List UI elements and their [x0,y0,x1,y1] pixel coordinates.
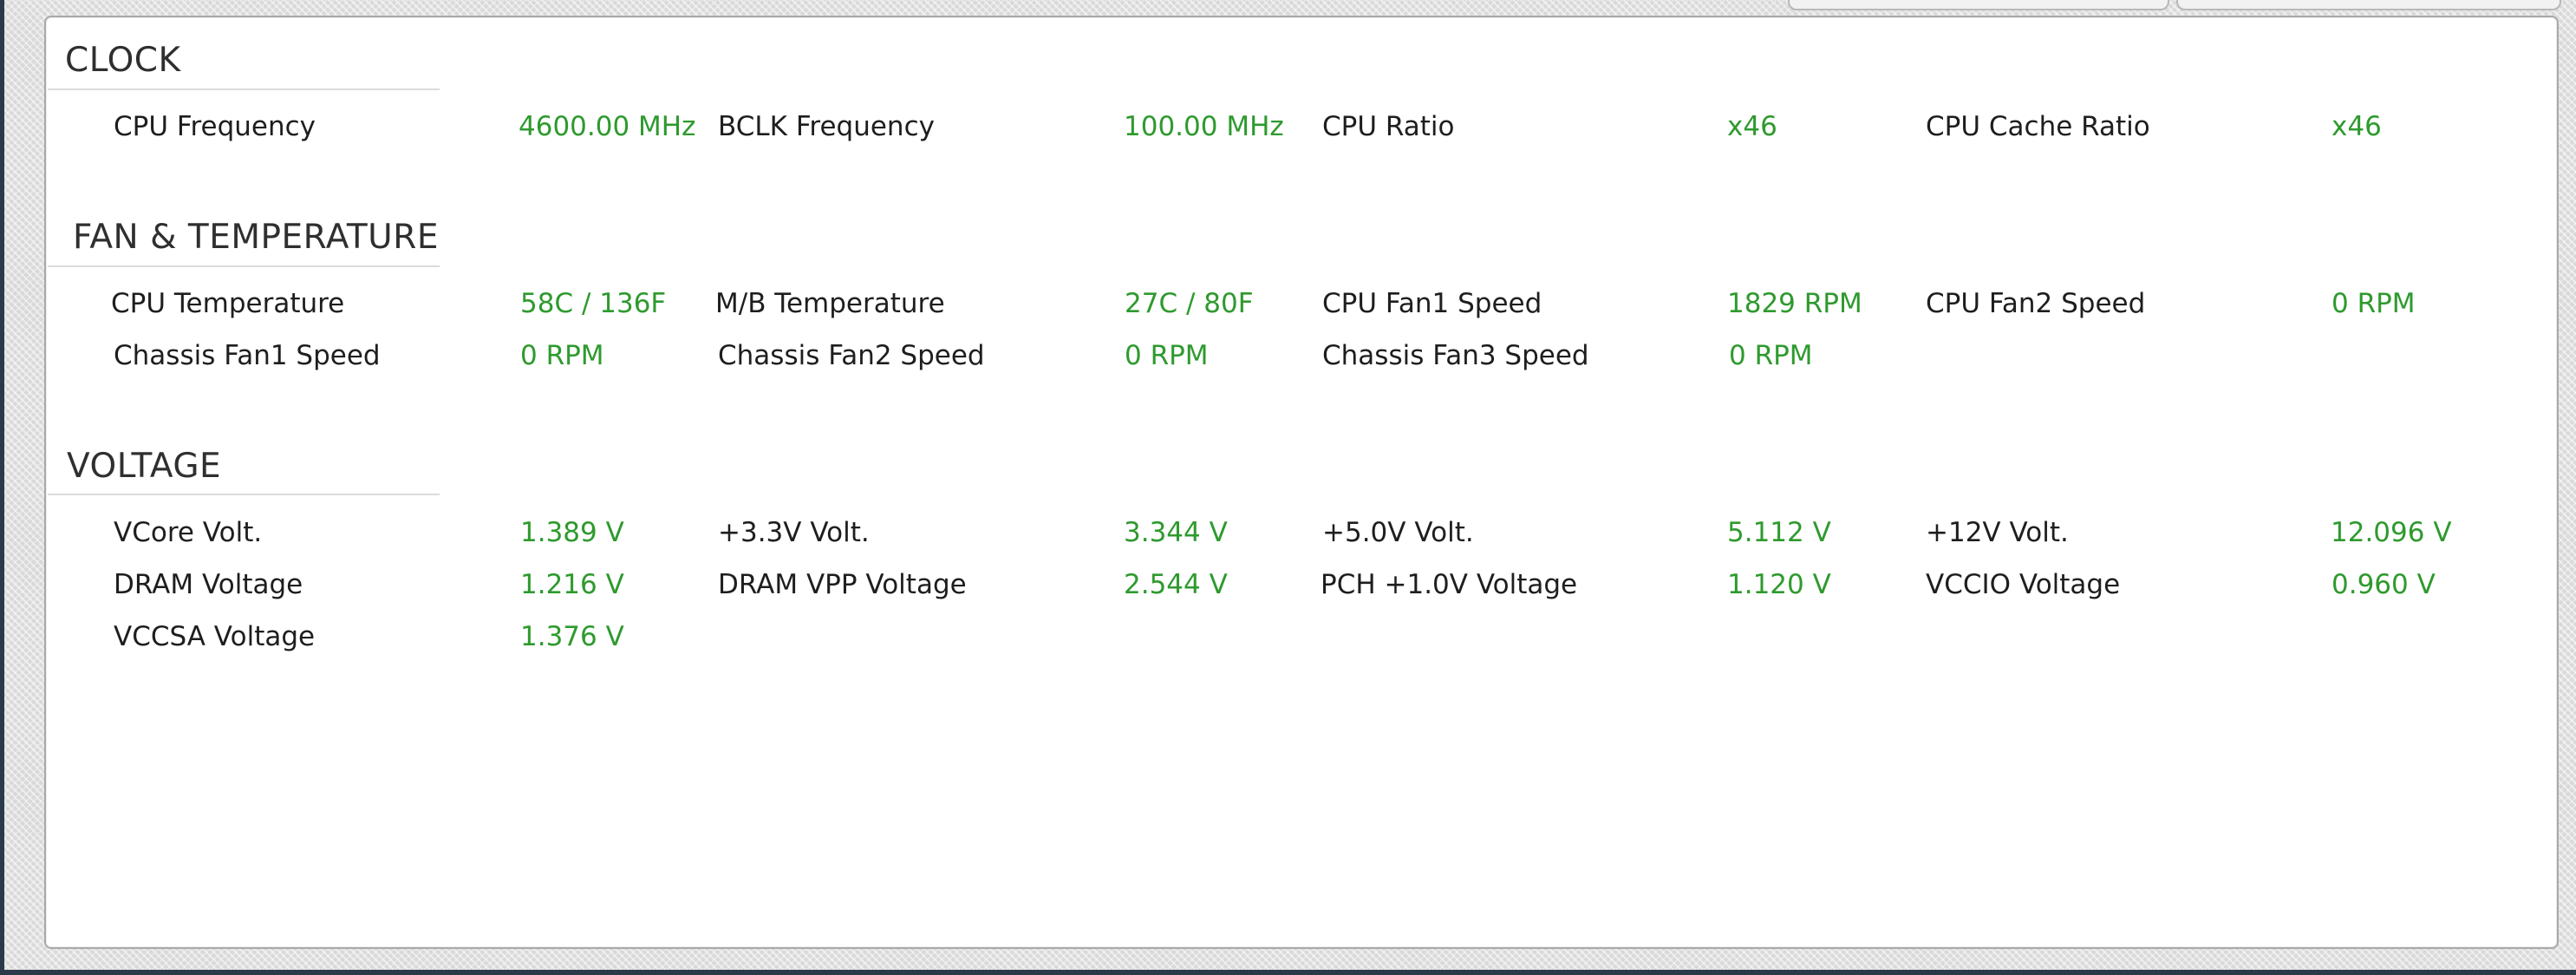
label-vcore-volt: VCore Volt. [114,517,263,548]
label-chassis-fan1-speed: Chassis Fan1 Speed [114,340,381,371]
label-bclk-frequency: BCLK Frequency [718,111,935,142]
value-pch-1v-voltage: 1.120 V [1727,569,1831,600]
label-cpu-temperature: CPU Temperature [111,288,345,319]
window-bottom-edge [0,970,2576,975]
value-cpu-fan1-speed: 1829 RPM [1727,288,1862,319]
label-3v3-volt: +3.3V Volt. [718,517,870,548]
section-divider-fan-temperature [48,265,440,267]
label-cpu-cache-ratio: CPU Cache Ratio [1926,111,2150,142]
top-tab-left[interactable] [1788,0,2169,10]
label-vccio-voltage: VCCIO Voltage [1926,569,2121,600]
value-vccio-voltage: 0.960 V [2331,569,2436,600]
label-dram-voltage: DRAM Voltage [114,569,303,600]
section-title-fan-temperature: FAN & TEMPERATURE [73,218,439,257]
value-vcore-volt: 1.389 V [520,517,624,548]
label-cpu-fan1-speed: CPU Fan1 Speed [1322,288,1542,319]
value-cpu-fan2-speed: 0 RPM [2331,288,2416,319]
value-cpu-cache-ratio: x46 [2331,111,2382,142]
value-chassis-fan3-speed: 0 RPM [1729,340,1813,371]
label-cpu-ratio: CPU Ratio [1322,111,1455,142]
label-12v-volt: +12V Volt. [1926,517,2069,548]
label-dram-vpp-voltage: DRAM VPP Voltage [718,569,967,600]
value-cpu-frequency: 4600.00 MHz [518,111,696,142]
value-dram-vpp-voltage: 2.544 V [1124,569,1228,600]
top-tab-right[interactable] [2176,0,2561,10]
label-mb-temperature: M/B Temperature [715,288,945,319]
section-title-voltage: VOLTAGE [67,447,222,486]
value-cpu-temperature: 58C / 136F [520,288,667,319]
label-vccsa-voltage: VCCSA Voltage [114,621,316,652]
label-chassis-fan3-speed: Chassis Fan3 Speed [1322,340,1589,371]
value-5v-volt: 5.112 V [1727,517,1831,548]
value-vccsa-voltage: 1.376 V [520,621,624,652]
section-title-clock: CLOCK [65,41,181,80]
label-cpu-fan2-speed: CPU Fan2 Speed [1926,288,2146,319]
value-mb-temperature: 27C / 80F [1125,288,1254,319]
value-12v-volt: 12.096 V [2331,517,2452,548]
hardware-monitor-panel: CLOCK CPU Frequency 4600.00 MHz BCLK Fre… [44,16,2559,949]
value-chassis-fan1-speed: 0 RPM [520,340,604,371]
label-chassis-fan2-speed: Chassis Fan2 Speed [718,340,985,371]
label-cpu-frequency: CPU Frequency [114,111,316,142]
value-chassis-fan2-speed: 0 RPM [1125,340,1209,371]
value-3v3-volt: 3.344 V [1124,517,1228,548]
value-dram-voltage: 1.216 V [520,569,624,600]
label-pch-1v-voltage: PCH +1.0V Voltage [1321,569,1578,600]
value-bclk-frequency: 100.00 MHz [1124,111,1284,142]
value-cpu-ratio: x46 [1727,111,1777,142]
section-divider-clock [48,88,440,90]
section-divider-voltage [48,494,440,495]
window-left-edge [0,0,4,975]
label-5v-volt: +5.0V Volt. [1322,517,1474,548]
